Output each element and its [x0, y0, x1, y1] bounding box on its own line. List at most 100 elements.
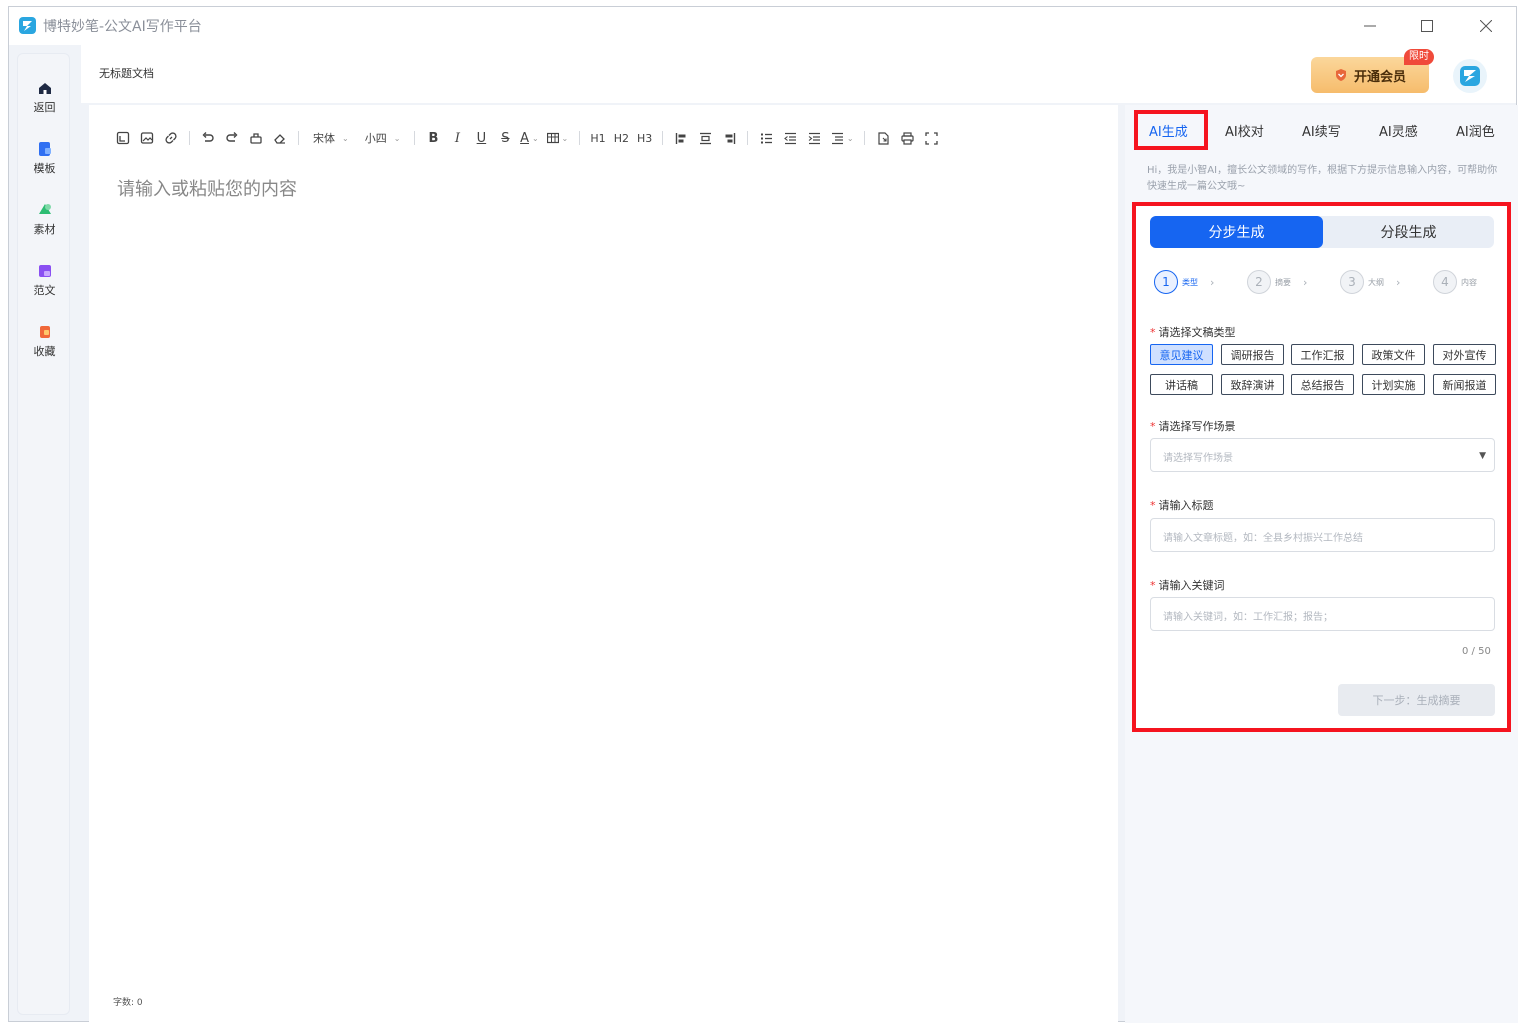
type-label: * 请选择文稿类型 [1150, 324, 1236, 340]
tab-ai-proofread[interactable]: AI校对 [1225, 121, 1264, 140]
undo-icon [202, 132, 214, 142]
step-label: 内容 [1461, 277, 1477, 287]
line-height-button[interactable]: ⌄ [826, 127, 858, 149]
type-chip[interactable]: 对外宣传 [1433, 344, 1496, 365]
step-outline[interactable]: 3 大纲 › [1340, 270, 1400, 294]
redo-icon [226, 132, 238, 142]
scene-label-text: 请选择写作场景 [1158, 420, 1236, 433]
vip-limited-badge: 限时 [1404, 49, 1434, 65]
mode-segment-button[interactable]: 分段生成 [1323, 216, 1494, 248]
chevron-down-icon: ⌄ [561, 133, 569, 143]
tab-ai-inspiration[interactable]: AI灵感 [1379, 121, 1418, 140]
step-summary[interactable]: 2 摘要 › [1247, 270, 1307, 294]
italic-icon: I [454, 130, 460, 146]
scene-select[interactable]: 请选择写作场景 ▼ [1150, 438, 1495, 472]
format-painter-button[interactable] [244, 127, 268, 149]
minimize-button[interactable] [1355, 15, 1385, 37]
ai-panel: AI生成 AI校对 AI续写 AI灵感 AI润色 Hi，我是小智AI，擅长公文领… [1125, 105, 1518, 1023]
export-button[interactable] [871, 127, 895, 149]
scene-placeholder: 请选择写作场景 [1163, 453, 1233, 464]
align-left-button[interactable] [669, 127, 693, 149]
maximize-button[interactable] [1412, 15, 1442, 37]
align-center-button[interactable] [693, 127, 717, 149]
table-icon [546, 132, 559, 144]
editor-placeholder[interactable]: 请输入或粘贴您的内容 [117, 175, 297, 201]
chevron-down-icon: ⌄ [846, 133, 854, 143]
title-bar: 博特妙笔-公文AI写作平台 [9, 7, 1516, 45]
list-icon [760, 133, 772, 143]
toolbar-divider [189, 131, 190, 145]
chevron-right-icon: › [1210, 275, 1215, 289]
align-right-button[interactable] [717, 127, 741, 149]
scene-label: * 请选择写作场景 [1150, 418, 1236, 434]
clear-format-button[interactable] [268, 127, 292, 149]
close-button[interactable] [1471, 15, 1501, 37]
title-input[interactable]: 请输入文章标题，如：全县乡村振兴工作总结 [1150, 518, 1495, 552]
mode-step-button[interactable]: 分步生成 [1150, 216, 1323, 248]
sidebar-item-sample[interactable]: 范文 [18, 259, 71, 309]
tab-highlight-box [1134, 110, 1208, 150]
step-label: 摘要 [1275, 277, 1291, 287]
keyword-input[interactable]: 请输入关键词，如：工作汇报；报告； [1150, 597, 1495, 631]
material-icon [38, 204, 51, 214]
tab-ai-continue[interactable]: AI续写 [1302, 121, 1341, 140]
sidebar-item-favorite[interactable]: 收藏 [18, 320, 71, 370]
step-indicator: 1 类型 › 2 摘要 › 3 大纲 › 4 内容 [1154, 270, 1494, 296]
step-content[interactable]: 4 内容 [1433, 270, 1477, 294]
bold-button[interactable]: B [421, 127, 445, 149]
toolbar-divider [298, 131, 299, 145]
format-painter-icon [250, 133, 262, 144]
heading2-button[interactable]: H2 [610, 127, 633, 149]
chevron-down-icon: ⌄ [342, 133, 349, 143]
print-button[interactable] [895, 127, 919, 149]
sidebar-item-material[interactable]: 素材 [18, 198, 71, 248]
toolbar-divider [579, 131, 581, 145]
type-chip[interactable]: 意见建议 [1150, 344, 1213, 365]
undo-button[interactable] [196, 127, 220, 149]
insert-image-button[interactable] [135, 127, 159, 149]
font-color-button[interactable]: A ⌄ [517, 127, 541, 149]
align-left-icon [675, 132, 686, 144]
ai-tabs: AI生成 AI校对 AI续写 AI灵感 AI润色 [1125, 105, 1518, 155]
type-chip[interactable]: 调研报告 [1221, 344, 1284, 365]
underline-icon: U [476, 130, 487, 146]
avatar[interactable] [1453, 59, 1487, 93]
font-family-select[interactable]: 宋体 ⌄ [305, 127, 357, 149]
sidebar-item-label: 素材 [33, 223, 56, 236]
fullscreen-button[interactable] [919, 127, 943, 149]
sidebar-item-template[interactable]: 模板 [18, 137, 71, 187]
font-size-select[interactable]: 小四 ⌄ [357, 127, 409, 149]
type-chip[interactable]: 讲话稿 [1150, 374, 1213, 395]
heading3-button[interactable]: H3 [633, 127, 656, 149]
table-button[interactable]: ⌄ [541, 127, 573, 149]
list-button[interactable] [754, 127, 778, 149]
type-chip[interactable]: 工作汇报 [1291, 344, 1354, 365]
toolbar-divider [662, 131, 664, 145]
link-icon [165, 132, 177, 144]
minimize-icon [1364, 25, 1376, 27]
step-type[interactable]: 1 类型 › [1154, 270, 1214, 294]
indent-button[interactable] [802, 127, 826, 149]
tab-ai-polish[interactable]: AI润色 [1456, 121, 1495, 140]
next-step-button[interactable]: 下一步：生成摘要 [1338, 684, 1495, 716]
insert-doc-icon [116, 131, 130, 145]
insert-doc-button[interactable] [111, 127, 135, 149]
outdent-button[interactable] [778, 127, 802, 149]
redo-button[interactable] [220, 127, 244, 149]
line-height-icon [831, 132, 843, 144]
heading1-button[interactable]: H1 [586, 127, 609, 149]
doc-title[interactable]: 无标题文档 [99, 65, 154, 81]
type-chip[interactable]: 新闻报道 [1433, 374, 1496, 395]
type-chip[interactable]: 计划实施 [1362, 374, 1425, 395]
word-count: 字数: 0 [113, 998, 143, 1008]
italic-button[interactable]: I [445, 127, 469, 149]
type-chip[interactable]: 总结报告 [1291, 374, 1354, 395]
sidebar-item-back[interactable]: 返回 [18, 76, 71, 126]
insert-link-button[interactable] [159, 127, 183, 149]
strikethrough-button[interactable]: S [493, 127, 517, 149]
underline-button[interactable]: U [469, 127, 493, 149]
print-icon [901, 131, 914, 145]
type-chip[interactable]: 致辞演讲 [1221, 374, 1284, 395]
type-chip[interactable]: 政策文件 [1362, 344, 1425, 365]
step-number: 3 [1340, 270, 1364, 294]
